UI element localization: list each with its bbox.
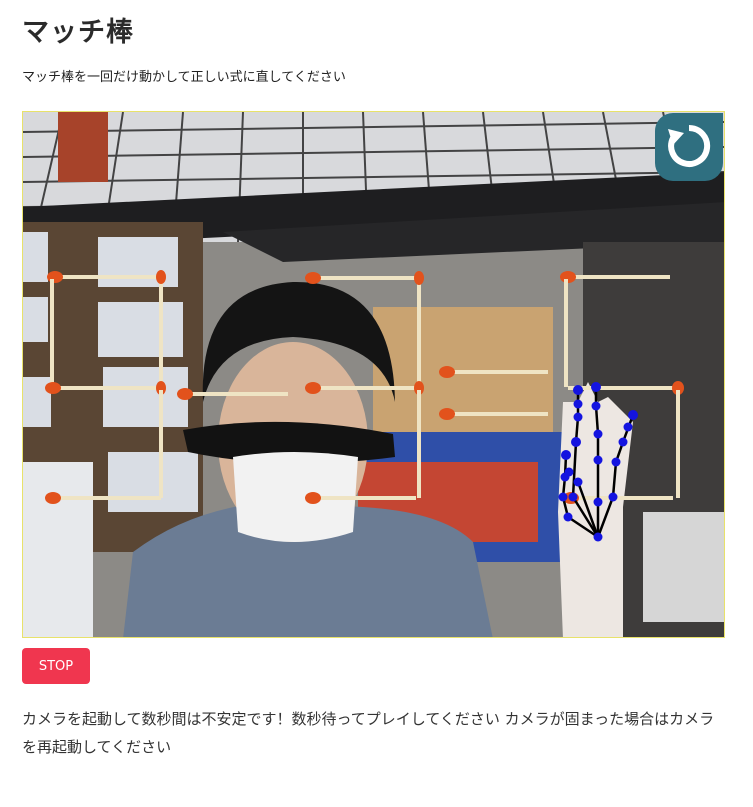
page-title: マッチ棒 <box>22 17 134 48</box>
match-left-lower-right <box>159 390 163 498</box>
match-left-upper-left <box>50 279 54 387</box>
doll-figure <box>58 112 108 182</box>
desk-items <box>643 512 724 622</box>
camera-notice: カメラを起動して数秒間は不安定です！数秒待ってプレイしてください カメラが固まっ… <box>22 710 715 756</box>
reset-button[interactable] <box>655 113 723 181</box>
match-right-upper-left <box>564 279 568 387</box>
match-right-lower-right <box>676 390 680 498</box>
chair <box>23 462 93 637</box>
instruction-text: マッチ棒を一回だけ動かして正しい式に直してください <box>22 70 346 85</box>
refresh-icon <box>668 124 711 167</box>
camera-feed[interactable] <box>22 111 725 638</box>
camera-image <box>23 112 724 637</box>
stop-button[interactable]: STOP <box>22 648 90 684</box>
raised-hand <box>558 382 633 637</box>
match-mid-lower-right <box>417 390 421 498</box>
